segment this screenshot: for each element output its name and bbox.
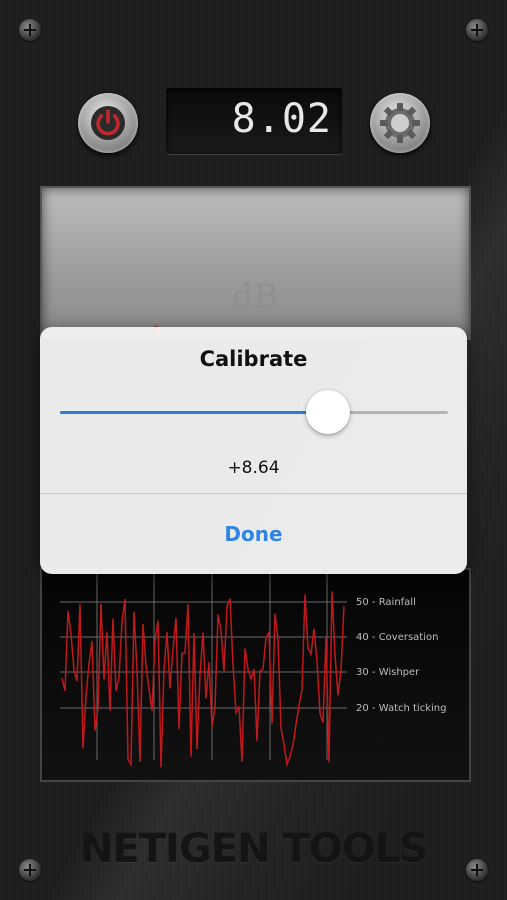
- noise-trace: [61, 591, 345, 768]
- graph-legend-whisper: 30 - Wishper: [356, 667, 420, 678]
- db-history-graph: 50 - Rainfall 40 - Coversation 30 - Wish…: [40, 568, 471, 782]
- graph-legend-watch-ticking: 20 - Watch ticking: [356, 703, 447, 714]
- calibrate-dialog: Calibrate +8.64 Done: [40, 327, 467, 574]
- dialog-title: Calibrate: [199, 347, 308, 371]
- meter-unit-label: dB: [232, 277, 279, 317]
- calibration-value: +8.64: [227, 458, 280, 478]
- slider-fill: [60, 411, 328, 414]
- graph-legend-rainfall: 50 - Rainfall: [356, 597, 416, 608]
- meter-dial: dB 0 20 40 60 80 100: [150, 277, 279, 338]
- power-button[interactable]: [78, 93, 138, 153]
- screw-top-left: [19, 19, 41, 41]
- brand-logo: NETIGEN TOOLS: [79, 826, 428, 872]
- db-value-text: 8.02: [231, 96, 332, 142]
- analog-db-meter: dB 0 20 40 60 80 100: [40, 186, 471, 340]
- graph-legend-conversation: 40 - Coversation: [356, 632, 439, 643]
- done-button[interactable]: Done: [40, 494, 467, 574]
- power-icon: [91, 106, 125, 140]
- settings-button[interactable]: [370, 93, 430, 153]
- screw-top-right: [466, 19, 488, 41]
- gear-icon: [380, 103, 420, 143]
- slider-thumb[interactable]: [305, 390, 350, 434]
- calibration-slider[interactable]: [60, 390, 448, 434]
- db-value-display: 8.02: [166, 88, 342, 154]
